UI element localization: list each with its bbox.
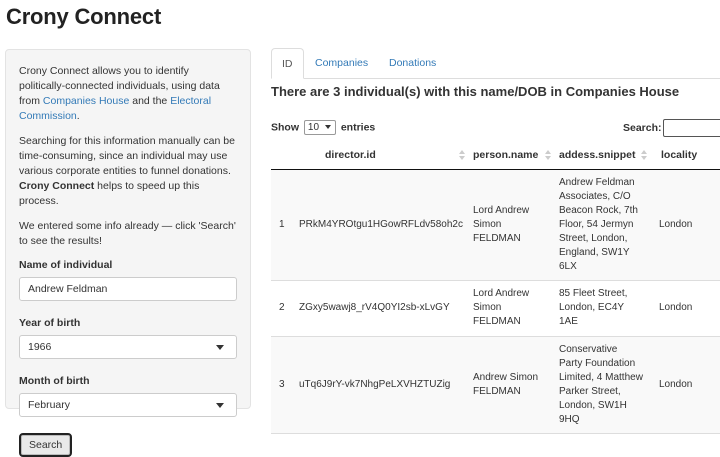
column-header-label: director.id xyxy=(325,148,376,161)
table-header-row: director.id person.name addess.snippet l… xyxy=(271,141,720,170)
intro-text-part: . xyxy=(76,110,80,122)
app-title: Crony Connect xyxy=(6,4,162,29)
sort-icon xyxy=(545,150,551,160)
page-length-value: 10 xyxy=(307,122,320,133)
table-row[interactable]: 3 uTq6J9rY-vk7NhgPeLXVHZTUZig Andrew Sim… xyxy=(271,336,720,434)
director-id-cell: ZGxy5wawj8_rV4Q0YI2sb-xLvGY xyxy=(295,280,469,337)
tab-donations[interactable]: Donations xyxy=(379,48,446,79)
person-name-cell: Lord Andrew Simon FELDMAN xyxy=(469,280,555,337)
column-header-label: addess.snippet xyxy=(559,148,636,161)
column-header-label: locality xyxy=(661,148,698,161)
row-index: 3 xyxy=(271,336,295,434)
companies-house-link[interactable]: Companies House xyxy=(43,95,129,107)
column-header-person-name[interactable]: person.name xyxy=(469,141,555,170)
person-name-cell: Andrew Simon FELDMAN xyxy=(469,336,555,434)
column-header-label: person.name xyxy=(473,148,539,161)
search-button[interactable]: Search xyxy=(19,433,73,457)
address-cell: Conservative Party Foundation Limited, 4… xyxy=(555,336,651,434)
locality-cell: London xyxy=(651,169,720,281)
sidebar-panel: Crony Connect allows you to identify pol… xyxy=(5,49,251,457)
show-label: Show xyxy=(271,121,299,134)
chevron-down-icon xyxy=(216,403,224,408)
name-input[interactable] xyxy=(19,277,237,301)
column-header-locality[interactable]: locality xyxy=(651,141,720,170)
column-header-index[interactable] xyxy=(271,141,295,170)
sort-icon xyxy=(641,150,647,160)
tab-companies[interactable]: Companies xyxy=(305,48,378,79)
year-select-value: 1966 xyxy=(28,341,52,353)
row-index: 1 xyxy=(271,169,295,281)
year-select[interactable]: 1966 xyxy=(19,335,237,359)
intro-text-part: and the xyxy=(129,95,171,107)
month-select-value: February xyxy=(28,399,71,411)
month-label: Month of birth xyxy=(19,375,90,387)
person-name-cell: Lord Andrew Simon FELDMAN xyxy=(469,169,555,281)
table-row[interactable]: 2 ZGxy5wawj8_rV4Q0YI2sb-xLvGY Lord Andre… xyxy=(271,280,720,337)
hint-text: We entered some info already — click 'Se… xyxy=(19,220,236,247)
row-index: 2 xyxy=(271,280,295,337)
table-row[interactable]: 1 PRkM4YROtgu1HGowRFLdv58oh2c Lord Andre… xyxy=(271,169,720,281)
locality-cell: London xyxy=(651,336,720,434)
tab-id[interactable]: ID xyxy=(271,48,304,79)
sort-icon xyxy=(459,150,465,160)
locality-cell: London xyxy=(651,280,720,337)
tab-bar: ID Companies Donations xyxy=(271,48,720,79)
chevron-down-icon xyxy=(324,125,331,129)
page-length-control: Show 10 entries xyxy=(271,120,375,135)
month-select[interactable]: February xyxy=(19,393,237,417)
year-label: Year of birth xyxy=(19,317,81,329)
results-table: director.id person.name addess.snippet l… xyxy=(271,141,720,434)
name-label: Name of individual xyxy=(19,259,113,271)
entries-label: entries xyxy=(340,121,376,134)
director-id-cell: uTq6J9rY-vk7NhgPeLXVHZTUZig xyxy=(295,336,469,434)
description-text-part: Searching for this information manually … xyxy=(19,135,235,177)
chevron-down-icon xyxy=(216,345,224,350)
address-cell: 85 Fleet Street, London, EC4Y 1AE xyxy=(555,280,651,337)
result-heading: There are 3 individual(s) with this name… xyxy=(271,84,680,99)
address-cell: Andrew Feldman Associates, C/O Beacon Ro… xyxy=(555,169,651,281)
page-length-select[interactable]: 10 xyxy=(303,120,336,135)
table-search-input[interactable] xyxy=(663,119,720,137)
director-id-cell: PRkM4YROtgu1HGowRFLdv58oh2c xyxy=(295,169,469,281)
column-header-address[interactable]: addess.snippet xyxy=(555,141,651,170)
intro-text: Crony Connect allows you to identify pol… xyxy=(19,64,237,124)
description-text: Searching for this information manually … xyxy=(19,134,237,209)
app-name-bold: Crony Connect xyxy=(19,180,95,192)
table-search-label: Search: xyxy=(623,122,662,134)
column-header-director-id[interactable]: director.id xyxy=(295,141,469,170)
